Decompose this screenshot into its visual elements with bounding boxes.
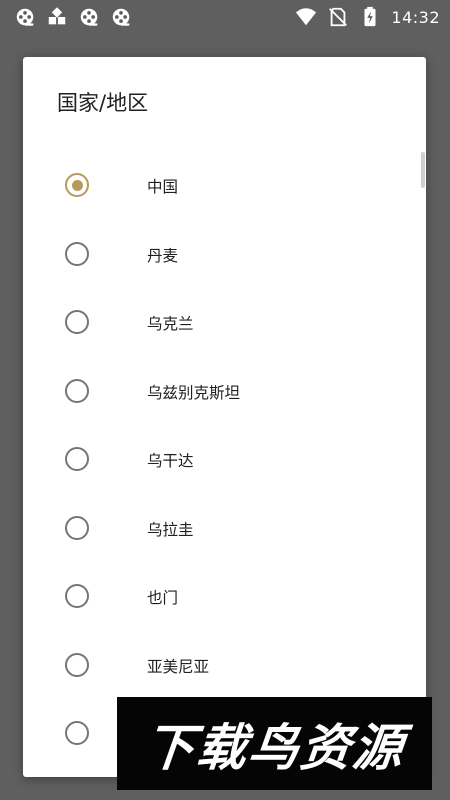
status-bar: 14:32 (0, 0, 450, 36)
country-region-dialog: 国家/地区 中国 丹麦 乌克兰 乌兹别克斯坦 乌干达 乌拉圭 也门 亚美尼亚 (23, 57, 426, 777)
film-reel-icon (16, 8, 34, 26)
no-sim-icon (329, 7, 348, 27)
watermark-banner: 下载鸟资源 (117, 697, 432, 790)
puzzle-icon (48, 7, 66, 25)
country-option-uruguay[interactable]: 乌拉圭 (23, 496, 426, 565)
radio-button[interactable] (65, 241, 89, 266)
wifi-icon (296, 8, 317, 26)
country-list: 中国 丹麦 乌克兰 乌兹别克斯坦 乌干达 乌拉圭 也门 亚美尼亚 (23, 153, 426, 770)
country-option-label: 中国 (147, 178, 179, 196)
country-option-uganda[interactable]: 乌干达 (23, 427, 426, 496)
country-option-armenia[interactable]: 亚美尼亚 (23, 633, 426, 702)
radio-button[interactable] (65, 584, 89, 608)
country-option-ukraine[interactable]: 乌克兰 (23, 290, 426, 359)
country-option-china[interactable]: 中国 (23, 153, 426, 222)
radio-button[interactable] (65, 378, 89, 403)
watermark-text: 下载鸟资源 (141, 718, 408, 777)
radio-button[interactable] (65, 310, 89, 334)
radio-button[interactable] (65, 721, 89, 745)
country-option-denmark[interactable]: 丹麦 (23, 222, 426, 291)
battery-charging-icon (364, 6, 376, 27)
country-option-uzbekistan[interactable]: 乌兹别克斯坦 (23, 359, 426, 428)
status-bar-time: 14:32 (391, 7, 440, 27)
country-option-label: 乌干达 (147, 452, 194, 470)
radio-button[interactable] (65, 652, 89, 677)
radio-button[interactable] (65, 515, 89, 540)
country-option-label: 亚美尼亚 (147, 657, 210, 676)
status-bar-notifications (14, 6, 132, 28)
country-option-label: 乌兹别克斯坦 (147, 383, 241, 402)
radio-button[interactable] (65, 447, 89, 471)
radio-button-selected[interactable] (65, 173, 89, 197)
country-option-label: 乌克兰 (147, 315, 194, 333)
status-bar-system: 14:32 (295, 6, 440, 28)
country-option-label: 丹麦 (147, 246, 179, 265)
country-option-yemen[interactable]: 也门 (23, 564, 426, 633)
country-option-label: 也门 (147, 589, 179, 607)
dialog-title: 国家/地区 (57, 91, 149, 115)
film-reel-icon (80, 8, 98, 26)
film-reel-icon (112, 8, 130, 26)
country-option-label: 乌拉圭 (147, 520, 194, 539)
